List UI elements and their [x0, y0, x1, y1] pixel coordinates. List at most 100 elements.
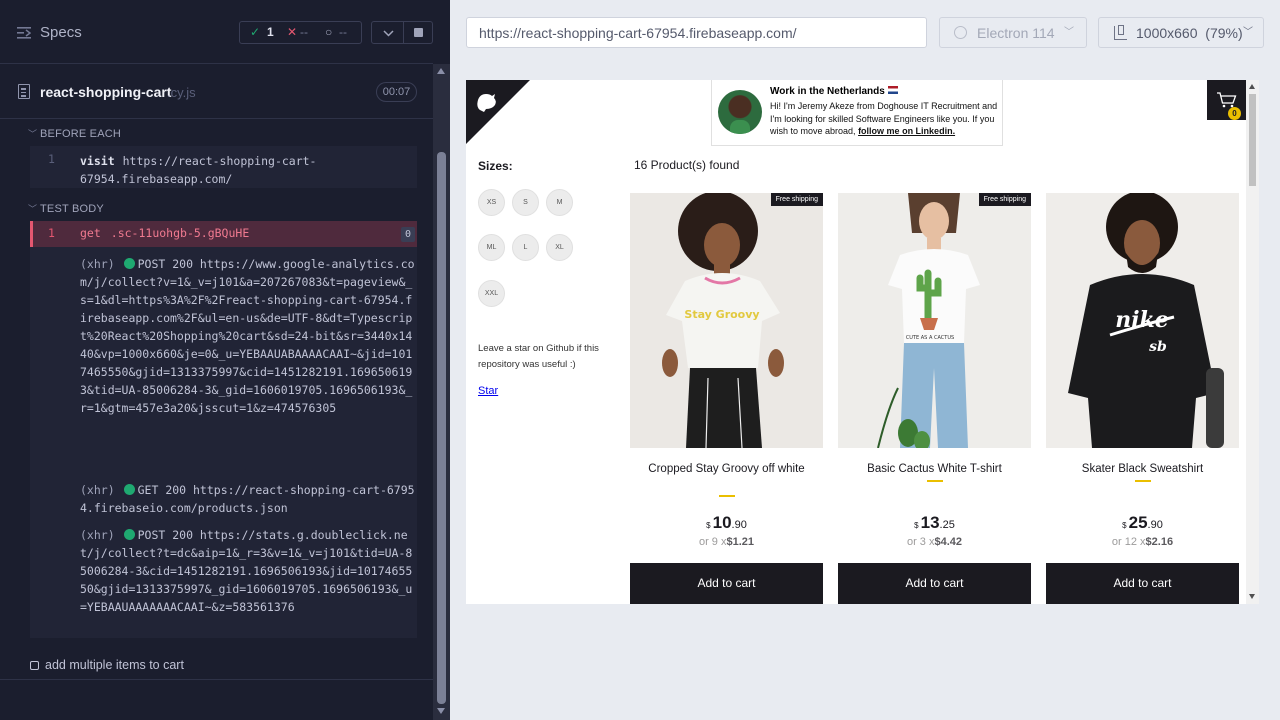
product-card[interactable]: Stay Groovy Free shipping Cropped Stay G… [630, 193, 823, 604]
scrollbar-thumb[interactable] [1249, 94, 1256, 186]
specs-list-icon[interactable] [17, 26, 31, 40]
command-name: get [80, 226, 101, 240]
chevron-down-icon: ﹀ [1064, 27, 1074, 38]
size-chip-m[interactable]: M [546, 189, 573, 216]
visit-command[interactable]: visit https://react-shopping-cart-67954.f… [80, 152, 410, 188]
element-count-badge: 0 [401, 227, 415, 242]
shopping-cart-icon [1217, 92, 1237, 108]
size-chip-xl[interactable]: XL [546, 234, 573, 261]
run-options-button[interactable] [371, 21, 404, 44]
product-image[interactable]: Stay Groovy Free shipping [630, 193, 823, 448]
passed-count: 1 [267, 25, 274, 39]
size-chip-ml[interactable]: ML [478, 234, 505, 261]
svg-text:sb: sb [1149, 339, 1167, 355]
command-name: visit [80, 154, 115, 168]
product-title: Basic Cactus White T-shirt [867, 463, 1002, 475]
product-image[interactable]: nike sb [1046, 193, 1239, 448]
github-corner-icon[interactable] [466, 80, 530, 144]
product-installments: or 9 x$1.21 [698, 536, 755, 548]
product-price: $10.90 [706, 513, 747, 532]
xhr-log-entry[interactable]: (xhr) GET 200 https://react-shopping-cart… [80, 481, 415, 517]
before-each-commands: 1 visit https://react-shopping-cart-67954… [30, 146, 417, 188]
product-title: Cropped Stay Groovy off white [648, 463, 805, 475]
chevron-down-icon [383, 30, 394, 37]
status-dot-icon [123, 484, 135, 495]
command-arg: .sc-11uohgb-5.gBQuHE [110, 226, 250, 240]
size-chip-xs[interactable]: XS [478, 189, 505, 216]
svg-text:Stay Groovy: Stay Groovy [684, 308, 759, 321]
command-arg: https://react-shopping-cart-67954.fireba… [80, 154, 317, 186]
before-each-header[interactable]: ﹀ BEFORE EACH [28, 127, 121, 140]
banner-title: Work in the Netherlands [770, 86, 885, 97]
reporter-header: Specs ✓ 1 ✕ -- ○ -- [0, 0, 433, 64]
divider [0, 679, 433, 680]
free-shipping-badge: Free shipping [978, 193, 1031, 206]
add-to-cart-button[interactable]: Add to cart [1046, 563, 1239, 604]
viewport-selector[interactable]: 1000x660 (79%) ﹀ [1098, 17, 1264, 48]
size-chip-s[interactable]: S [512, 189, 539, 216]
divider [927, 480, 943, 482]
size-chip-xxl[interactable]: XXL [478, 280, 505, 307]
free-shipping-badge: Free shipping [770, 193, 823, 206]
divider [1135, 480, 1151, 482]
linkedin-link[interactable]: follow me on Linkedin. [858, 126, 955, 136]
github-star-text: Leave a star on Github if this repositor… [478, 343, 599, 370]
xhr-log-entry[interactable]: (xhr) POST 200 https://stats.g.doubleclic… [80, 526, 415, 616]
product-photo-cropped-tee: Stay Groovy [630, 193, 823, 448]
status-dot-icon [123, 258, 135, 269]
product-card[interactable]: nike sb Skater Black Sweatshirt $25.90 o… [1046, 193, 1239, 604]
divider [719, 495, 735, 497]
add-to-cart-button[interactable]: Add to cart [838, 563, 1031, 604]
spec-file-ext: .cy.js [167, 85, 196, 100]
avatar [718, 90, 762, 134]
size-chip-l[interactable]: L [512, 234, 539, 261]
app-scrollbar[interactable] [1246, 80, 1259, 604]
scroll-down-icon[interactable] [1249, 594, 1255, 599]
scroll-up-icon[interactable] [437, 68, 445, 74]
scroll-up-icon[interactable] [1249, 84, 1255, 89]
product-photo-sweatshirt: nike sb [1046, 193, 1239, 448]
add-to-cart-button[interactable]: Add to cart [630, 563, 823, 604]
electron-icon [954, 26, 967, 39]
check-icon: ✓ [250, 25, 261, 39]
url-bar[interactable]: https://react-shopping-cart-67954.fireba… [466, 17, 927, 48]
stop-button[interactable] [404, 21, 433, 44]
zoom-level: (79%) [1205, 25, 1243, 41]
product-installments: or 12 x$2.16 [1111, 536, 1174, 548]
test-stats: ✓ 1 ✕ -- ○ -- [239, 21, 362, 44]
cart-button[interactable]: 0 [1207, 80, 1247, 120]
github-star-link[interactable]: Star [478, 385, 498, 397]
failed-count: -- [300, 25, 308, 39]
svg-text:CUTE AS A CACTUS: CUTE AS A CACTUS [906, 335, 954, 341]
sizes-title: Sizes: [478, 159, 513, 173]
test-title-add-multiple[interactable]: add multiple items to cart [30, 658, 184, 672]
app-under-test: Work in the Netherlands Hi! I'm Jeremy A… [466, 80, 1259, 604]
command-number: 1 [48, 152, 55, 166]
product-price: $13.25 [914, 513, 955, 532]
product-price: $25.90 [1122, 513, 1163, 532]
product-photo-cactus-tee: CUTE AS A CACTUS [838, 193, 1031, 448]
specs-title[interactable]: Specs [40, 24, 82, 41]
viewport-icon [1114, 25, 1127, 40]
chevron-down-icon: ﹀ [28, 129, 38, 139]
chevron-down-icon: ﹀ [1243, 27, 1253, 38]
products-found-count: 16 Product(s) found [634, 158, 740, 172]
test-body-commands: 1 get .sc-11uohgb-5.gBQuHE 0 (xhr) POST 20… [30, 221, 417, 638]
pending-count: -- [339, 25, 347, 39]
spec-file-row[interactable]: react-shopping-cart .cy.js 00:07 [0, 65, 433, 119]
browser-selector[interactable]: Electron 114 ﹀ [939, 17, 1087, 48]
pending-icon: ○ [325, 25, 333, 39]
product-title: Skater Black Sweatshirt [1081, 463, 1204, 475]
xhr-log-entry[interactable]: (xhr) POST 200 https://www.google-analyti… [80, 255, 415, 417]
get-command-row[interactable]: 1 get .sc-11uohgb-5.gBQuHE 0 [30, 221, 417, 247]
product-card[interactable]: CUTE AS A CACTUS Free shipping Basic Cac… [838, 193, 1031, 604]
reporter-scrollbar[interactable] [433, 64, 450, 720]
chevron-down-icon: ﹀ [28, 204, 38, 214]
app-preview-panel: https://react-shopping-cart-67954.fireba… [450, 0, 1280, 720]
test-body-header[interactable]: ﹀ TEST BODY [28, 202, 104, 215]
netherlands-flag-icon [887, 86, 898, 94]
status-dot-icon [123, 529, 135, 540]
scrollbar-thumb[interactable] [437, 152, 446, 704]
scroll-down-icon[interactable] [437, 708, 445, 714]
product-image[interactable]: CUTE AS A CACTUS Free shipping [838, 193, 1031, 448]
